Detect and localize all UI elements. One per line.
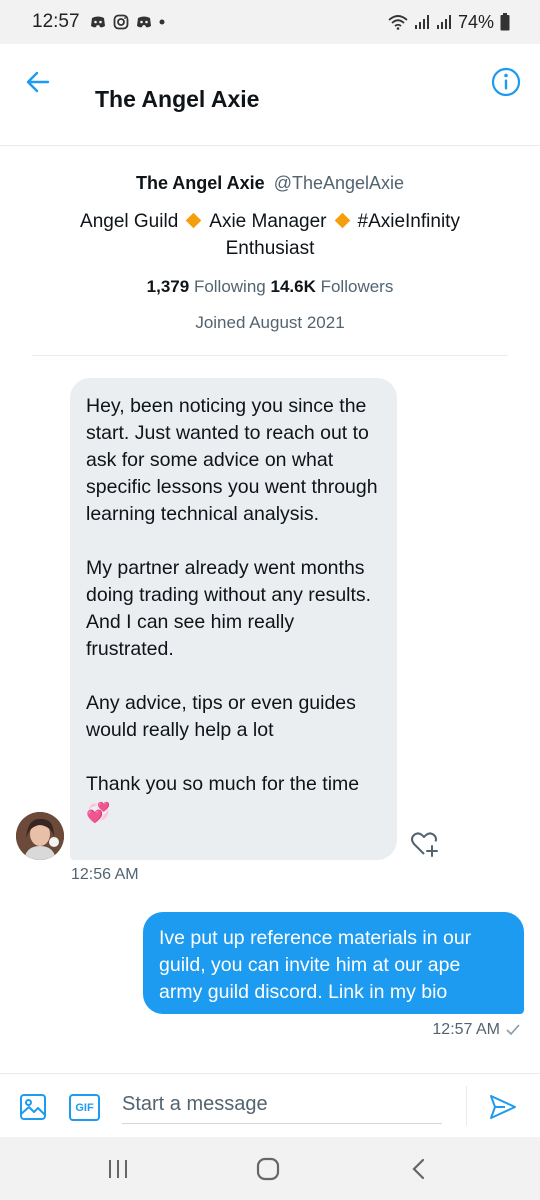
profile-name-line: The Angel Axie @TheAngelAxie [32, 173, 508, 194]
profile-card[interactable]: The Angel Axie @TheAngelAxie Angel Guild… [32, 146, 508, 356]
orange-diamond-icon [334, 213, 350, 229]
incoming-timestamp: 12:56 AM [71, 866, 139, 883]
info-button[interactable] [490, 66, 522, 98]
home-icon [256, 1157, 280, 1181]
wifi-icon [388, 15, 408, 30]
bio-text: Angel Guild [80, 211, 179, 232]
joined-date: Joined August 2021 [195, 313, 345, 332]
recent-apps-icon [109, 1160, 127, 1178]
profile-name: The Angel Axie [135, 173, 265, 193]
incoming-message-bubble[interactable]: Hey, been noticing you since the start. … [70, 378, 397, 860]
conversation-title: The Angel Axie [95, 86, 260, 112]
checkmark-icon [506, 1024, 520, 1036]
battery-percent: 74% [457, 11, 494, 32]
discord-icon [90, 16, 105, 28]
signal-icon [414, 15, 429, 29]
two-hearts-emoji: 💞 [86, 802, 111, 824]
image-icon [20, 1094, 46, 1120]
message-text: Ive put up reference materials in our gu… [159, 927, 472, 1003]
send-button[interactable] [488, 1092, 518, 1122]
message-input[interactable] [122, 1086, 442, 1124]
add-image-button[interactable] [18, 1092, 48, 1122]
discord-icon [136, 16, 151, 28]
message-composer: GIF [0, 1073, 540, 1137]
heart-plus-icon [411, 832, 438, 857]
following-link[interactable]: 1,379 Following [147, 277, 266, 296]
following-label: Following [193, 277, 266, 296]
dot-icon [159, 19, 165, 25]
bio-hashtag-link[interactable]: #AxieInfinity [358, 211, 460, 232]
profile-handle: @TheAngelAxie [273, 173, 405, 193]
chevron-left-icon [412, 1158, 425, 1180]
system-navigation-bar [0, 1137, 540, 1200]
followers-label: Followers [320, 277, 394, 296]
message-paragraph: Any advice, tips or even guides would re… [86, 692, 356, 741]
avatar-image [16, 812, 64, 860]
message-paragraph: Thank you so much for the time 💞 [86, 771, 381, 827]
react-button[interactable] [410, 830, 440, 860]
outgoing-time: 12:57 AM [432, 1021, 500, 1038]
info-icon [491, 67, 521, 97]
followers-link[interactable]: 14.6K Followers [270, 277, 393, 296]
message-paragraph-text: Thank you so much for the time [86, 773, 360, 795]
orange-diamond-icon [185, 213, 202, 229]
following-count: 1,379 [146, 277, 190, 296]
profile-stats: 1,379 Following 14.6K Followers [32, 277, 508, 297]
profile-bio: Angel Guild Axie Manager #AxieInfinity Ent… [32, 208, 508, 262]
battery-icon [500, 13, 510, 31]
signal-icon [436, 15, 451, 29]
arrow-left-icon [26, 71, 50, 93]
notification-icons [90, 14, 165, 30]
composer-divider [466, 1086, 467, 1126]
home-button[interactable] [253, 1155, 283, 1183]
sender-avatar[interactable] [16, 812, 64, 860]
conversation-header: The Angel Axie [0, 44, 540, 146]
bio-text: Axie Manager [209, 211, 327, 232]
gif-button[interactable]: GIF [69, 1094, 100, 1121]
outgoing-timestamp: 12:57 AM [432, 1021, 520, 1039]
outgoing-message-bubble[interactable]: Ive put up reference materials in our gu… [143, 912, 524, 1014]
system-icons: 74% [388, 12, 510, 33]
message-paragraph: My partner already went months doing tra… [86, 557, 372, 660]
status-time: 12:57 [32, 11, 80, 32]
bio-text: Enthusiast [225, 238, 315, 259]
followers-count: 14.6K [270, 277, 316, 296]
status-bar: 12:57 74% [0, 0, 540, 44]
recent-apps-button[interactable] [103, 1155, 133, 1183]
back-button[interactable] [22, 66, 54, 98]
back-nav-button[interactable] [405, 1155, 435, 1183]
instagram-icon [113, 14, 128, 30]
message-paragraph: Hey, been noticing you since the start. … [86, 395, 378, 525]
send-icon [490, 1095, 516, 1119]
